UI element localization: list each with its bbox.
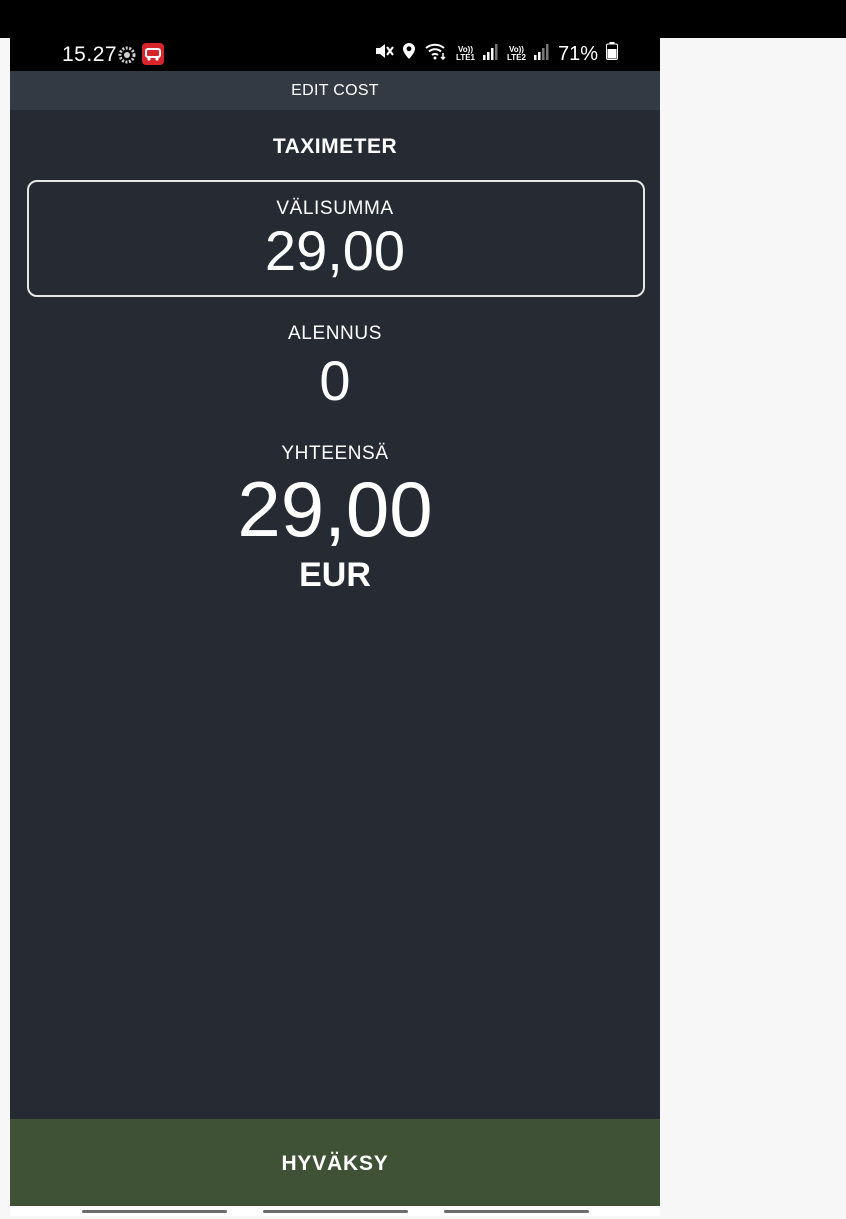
status-bar: 15.27 Vo)) LTE1 Vo)) LTE2 71% xyxy=(10,38,660,71)
total-value: 29,00 xyxy=(237,465,433,553)
nav-back-button[interactable] xyxy=(444,1210,589,1213)
sync-icon xyxy=(117,45,137,70)
signal-strength-icon-1 xyxy=(483,43,499,66)
signal-strength-icon-2 xyxy=(533,43,550,66)
total-label: YHTEENSÄ xyxy=(281,443,389,464)
battery-percent: 71% xyxy=(557,42,598,65)
status-icons: Vo)) LTE1 Vo)) LTE2 71% xyxy=(374,42,618,66)
phone-screen: 15.27 Vo)) LTE1 Vo)) LTE2 71% EDIT COST … xyxy=(10,38,660,1216)
lte2-indicator: Vo)) LTE2 xyxy=(507,45,526,62)
lte1-indicator: Vo)) LTE1 xyxy=(456,45,475,62)
nav-home-button[interactable] xyxy=(263,1210,408,1213)
section-title: TAXIMETER xyxy=(272,135,398,158)
discount-value[interactable]: 0 xyxy=(10,348,660,413)
nav-recents-button[interactable] xyxy=(82,1210,227,1213)
total-currency: EUR xyxy=(299,556,371,594)
wifi-icon xyxy=(424,42,448,66)
mute-icon xyxy=(374,42,394,66)
discount-label: ALENNUS xyxy=(288,323,382,344)
location-icon xyxy=(402,42,416,66)
top-black-strip xyxy=(0,0,846,38)
battery-icon xyxy=(606,42,618,66)
confirm-button[interactable]: HYVÄKSY xyxy=(10,1119,660,1206)
subtotal-value: 29,00 xyxy=(264,219,406,282)
system-nav-bar xyxy=(10,1206,660,1216)
taxi-app-icon xyxy=(142,43,164,70)
app-bar-title: EDIT COST xyxy=(10,71,660,110)
subtotal-label: VÄLISUMMA xyxy=(276,198,394,219)
status-time: 15.27 xyxy=(62,43,118,66)
